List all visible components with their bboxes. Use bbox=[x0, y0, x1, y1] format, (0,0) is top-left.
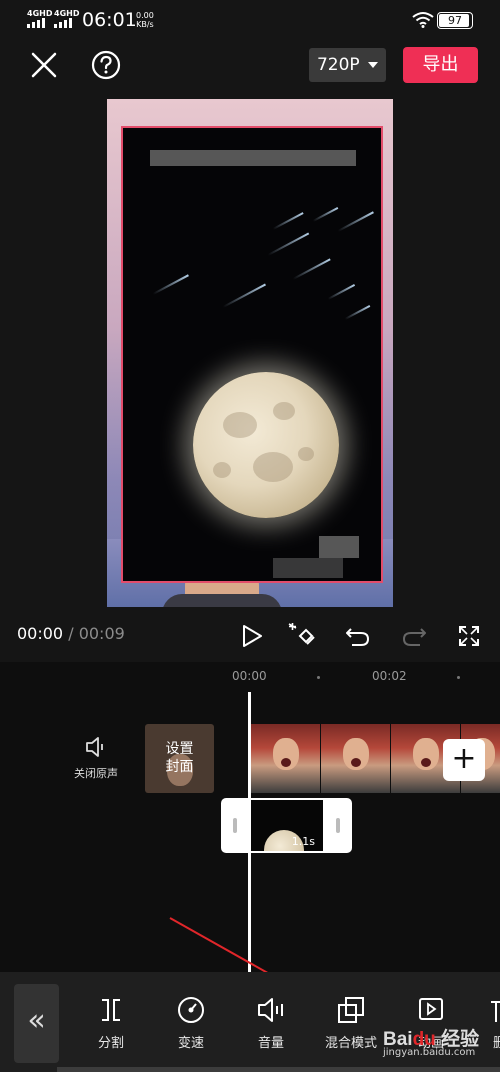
redo-icon bbox=[402, 628, 426, 646]
blend-mode-button[interactable]: 混合模式 bbox=[311, 992, 391, 1051]
meteor-streak bbox=[152, 274, 189, 295]
fullscreen-icon bbox=[459, 626, 479, 646]
collapse-toolbar-button[interactable]: « bbox=[14, 984, 59, 1063]
speaker-icon bbox=[86, 737, 103, 757]
signal-2: 4GHD bbox=[54, 10, 79, 30]
moon bbox=[193, 372, 339, 518]
blurred-text bbox=[150, 150, 356, 166]
system-nav-bar bbox=[57, 1067, 500, 1072]
meteor-streak bbox=[327, 284, 355, 300]
signal-bars-icon bbox=[54, 18, 72, 28]
meteor-streak bbox=[272, 212, 304, 230]
wifi-icon bbox=[412, 12, 434, 28]
overlay-video[interactable] bbox=[121, 126, 383, 583]
help-button[interactable] bbox=[86, 45, 126, 85]
network-speed: 0.00 KB/s bbox=[136, 11, 154, 29]
play-icon bbox=[243, 625, 262, 647]
keyframe-add-icon bbox=[288, 623, 315, 645]
split-button[interactable]: 分割 bbox=[71, 992, 151, 1051]
clock: 06:01 bbox=[82, 9, 137, 31]
mute-original-button[interactable]: 关闭原声 bbox=[68, 736, 124, 781]
speed-icon bbox=[178, 997, 204, 1023]
undo-button[interactable] bbox=[338, 616, 378, 656]
status-bar: 4GHD 4GHD 06:01 0.00 KB/s 97 bbox=[0, 0, 500, 40]
redo-button[interactable] bbox=[394, 616, 434, 656]
time-tick: 00:00 bbox=[232, 669, 267, 683]
add-clip-button[interactable]: + bbox=[443, 739, 485, 781]
delete-icon bbox=[491, 1001, 500, 1022]
battery-indicator: 97 bbox=[437, 12, 473, 29]
close-button[interactable] bbox=[24, 45, 64, 85]
animation-icon bbox=[419, 998, 443, 1020]
resolution-dropdown[interactable]: 720P bbox=[309, 48, 386, 82]
split-icon bbox=[102, 999, 120, 1021]
blend-mode-icon bbox=[338, 997, 364, 1023]
set-cover-button[interactable]: 设置 封面 bbox=[145, 724, 214, 793]
play-button[interactable] bbox=[232, 616, 272, 656]
triangle-down-icon bbox=[368, 62, 379, 68]
blurred-watermark bbox=[319, 536, 359, 558]
baidu-watermark-url: jingyan.baidu.com bbox=[383, 1047, 476, 1058]
fullscreen-button[interactable] bbox=[449, 616, 489, 656]
video-thumbnail[interactable] bbox=[321, 724, 390, 793]
meteor-streak bbox=[292, 258, 331, 280]
overlay-clip-selected[interactable]: 1.1s bbox=[221, 798, 352, 853]
volume-icon bbox=[258, 998, 283, 1022]
trim-handle-left[interactable] bbox=[233, 818, 237, 833]
timecode: 00:00 / 00:09 bbox=[17, 624, 125, 643]
video-thumbnail[interactable] bbox=[251, 724, 320, 793]
undo-icon bbox=[346, 628, 370, 646]
meteor-streak bbox=[312, 206, 339, 222]
video-preview[interactable] bbox=[107, 99, 393, 607]
time-tick: 00:02 bbox=[372, 669, 407, 683]
question-circle-icon bbox=[91, 50, 121, 80]
keyframe-button[interactable] bbox=[283, 616, 323, 656]
meteor-streak bbox=[344, 304, 371, 320]
close-icon bbox=[31, 52, 57, 78]
meteor-streak bbox=[337, 211, 374, 232]
trim-handle-right[interactable] bbox=[336, 818, 340, 833]
volume-button[interactable]: 音量 bbox=[231, 992, 311, 1051]
signal-bars-icon bbox=[27, 18, 45, 28]
signal-1: 4GHD bbox=[27, 10, 52, 30]
speed-button[interactable]: 变速 bbox=[151, 992, 231, 1051]
export-button[interactable]: 导出 bbox=[403, 47, 478, 83]
meteor-streak bbox=[267, 232, 309, 256]
meteor-streak bbox=[222, 283, 266, 308]
